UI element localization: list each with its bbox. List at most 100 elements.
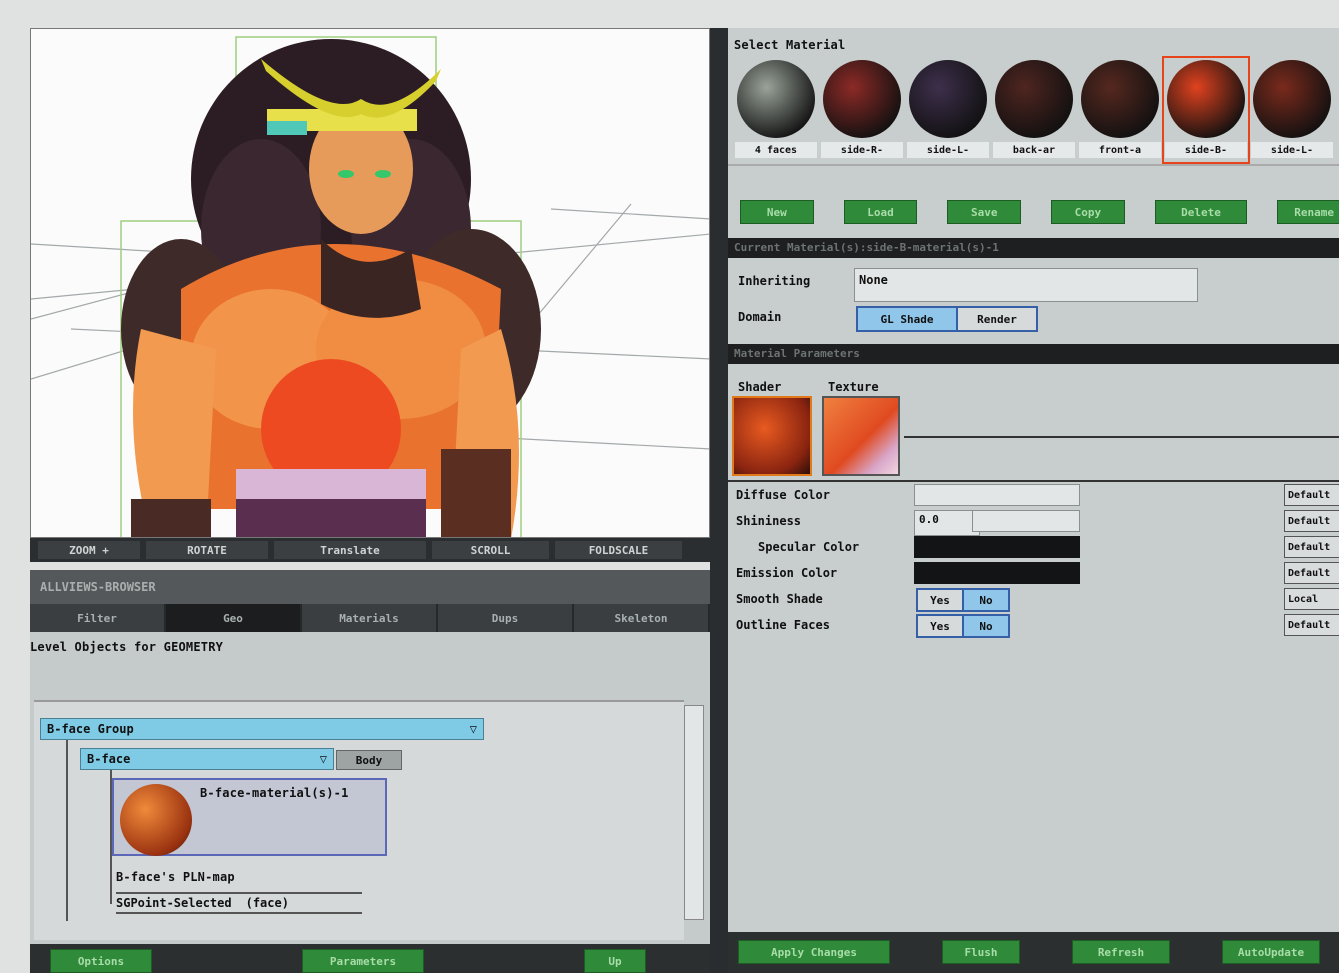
param-label: Diffuse Color <box>736 488 830 502</box>
material-node-label: B-face-material(s)-1 <box>200 786 349 800</box>
character-model-render <box>31 36 709 537</box>
material-editor: Select Material 4 faces side-R-side-L-bac… <box>728 28 1339 973</box>
apply-changes-button[interactable]: Apply Changes <box>738 940 890 964</box>
material-thumbnail[interactable]: side-R- <box>820 58 904 162</box>
material-swatch <box>995 60 1073 138</box>
body-tag[interactable]: Body <box>336 750 402 770</box>
panel-divider[interactable] <box>710 28 728 973</box>
swatch-divider <box>904 436 1339 438</box>
inheriting-label: Inheriting <box>738 274 811 288</box>
tree-node-selection[interactable]: SGPoint-Selected (face) <box>116 892 362 914</box>
tab-materials[interactable]: Materials <box>302 604 438 632</box>
yes-toggle[interactable]: Yes <box>916 614 964 638</box>
material-caption: side-B- <box>1165 142 1247 158</box>
thumb-scrollbar[interactable] <box>728 164 1339 190</box>
parameters-button[interactable]: Parameters <box>302 949 424 973</box>
new-material-button[interactable]: New <box>740 200 814 224</box>
material-caption: front-a <box>1079 142 1161 158</box>
material-thumbnail[interactable]: 4 faces <box>734 58 818 162</box>
material-button-row: New Load Save Copy Delete Rename <box>740 200 1339 226</box>
material-thumbnail[interactable]: side-L- <box>906 58 990 162</box>
selection-label: SGPoint-Selected <box>116 896 232 910</box>
material-thumbnail[interactable]: front-a <box>1078 58 1162 162</box>
material-swatch <box>909 60 987 138</box>
material-swatch <box>823 60 901 138</box>
shader-label: Shader <box>738 380 782 394</box>
select-material-label: Select Material <box>734 38 846 52</box>
param-label: Specular Color <box>758 540 860 554</box>
material-thumbnail[interactable]: back-ar <box>992 58 1076 162</box>
material-caption: side-R- <box>821 142 903 158</box>
rename-material-button[interactable]: Rename <box>1277 200 1339 224</box>
render-toggle[interactable]: Render <box>956 306 1038 332</box>
no-toggle[interactable]: No <box>962 588 1010 612</box>
zoom-button[interactable]: ZOOM + <box>38 541 140 559</box>
delete-material-button[interactable]: Delete <box>1154 200 1248 224</box>
options-button[interactable]: Options <box>50 949 152 973</box>
foldscale-button[interactable]: FOLDSCALE <box>555 541 682 559</box>
copy-material-button[interactable]: Copy <box>1051 200 1125 224</box>
translate-button[interactable]: Translate <box>274 541 426 559</box>
viewport-toolbar: ZOOM + ROTATE Translate SCROLL FOLDSCALE <box>30 538 710 562</box>
material-thumbnail[interactable]: side-B- <box>1162 56 1250 164</box>
bottom-button-bar: Apply Changes Flush Refresh AutoUpdate <box>728 932 1339 973</box>
tree-node-map[interactable]: B-face's PLN-map <box>116 870 235 884</box>
scene-tree: B-face Group ▽ B-face ▽ Body B-face-mate… <box>34 700 684 940</box>
no-toggle[interactable]: No <box>962 614 1010 638</box>
material-swatch <box>737 60 815 138</box>
material-thumbnail[interactable]: side-L- <box>1250 58 1334 162</box>
load-material-button[interactable]: Load <box>843 200 918 224</box>
flush-button[interactable]: Flush <box>942 940 1020 964</box>
shininess-slider[interactable] <box>972 510 1080 532</box>
default-button[interactable]: Default <box>1284 536 1339 558</box>
material-swatch <box>1081 60 1159 138</box>
tree-node-bface-label: B-face <box>87 752 131 766</box>
domain-label: Domain <box>738 310 782 324</box>
default-button[interactable]: Default <box>1284 562 1339 584</box>
inheriting-field[interactable]: None <box>854 268 1198 302</box>
diffuse-color-field[interactable] <box>914 484 1080 506</box>
scroll-button[interactable]: SCROLL <box>432 541 549 559</box>
autoupdate-button[interactable]: AutoUpdate <box>1222 940 1320 964</box>
tree-line <box>66 736 68 921</box>
params-divider <box>728 480 1339 482</box>
param-label: Outline Faces <box>736 618 830 632</box>
material-caption: side-L- <box>1251 142 1333 158</box>
tab-dups[interactable]: Dups <box>438 604 574 632</box>
chevron-down-icon[interactable]: ▽ <box>320 752 327 766</box>
default-button[interactable]: Local <box>1284 588 1339 610</box>
param-label: Smooth Shade <box>736 592 823 606</box>
param-label: Shininess <box>736 514 802 528</box>
yes-toggle[interactable]: Yes <box>916 588 964 612</box>
tree-node-group[interactable]: B-face Group ▽ <box>40 718 484 740</box>
up-button[interactable]: Up <box>584 949 646 973</box>
texture-swatch[interactable] <box>822 396 900 476</box>
current-material-header: Current Material(s):side-B-material(s)-1 <box>728 238 1339 258</box>
default-button[interactable]: Default <box>1284 614 1339 636</box>
save-material-button[interactable]: Save <box>947 200 1022 224</box>
material-swatch <box>1167 60 1245 138</box>
browser-status-text: Level Objects for GEOMETRY <box>30 640 224 654</box>
tab-filter[interactable]: Filter <box>30 604 166 632</box>
shader-swatch[interactable] <box>732 396 812 476</box>
gl-shade-toggle[interactable]: GL Shade <box>856 306 958 332</box>
tree-node-bface[interactable]: B-face ▽ <box>80 748 334 770</box>
material-node[interactable]: B-face-material(s)-1 <box>112 778 387 856</box>
refresh-button[interactable]: Refresh <box>1072 940 1170 964</box>
chevron-down-icon[interactable]: ▽ <box>470 722 477 736</box>
shininess-value-field[interactable]: 0.0 <box>914 510 980 536</box>
tab-skeleton[interactable]: Skeleton <box>574 604 710 632</box>
browser-tabs: Filter Geo Materials Dups Skeleton <box>30 604 710 632</box>
browser-title-bar: ALLVIEWS-BROWSER <box>30 570 710 604</box>
specular-color-field[interactable] <box>914 536 1080 558</box>
3d-viewport[interactable] <box>30 28 710 538</box>
emission-color-field[interactable] <box>914 562 1080 584</box>
tree-scrollbar[interactable] <box>684 705 704 920</box>
default-button[interactable]: Default <box>1284 484 1339 506</box>
material-caption: 4 faces <box>735 142 817 158</box>
default-button[interactable]: Default <box>1284 510 1339 532</box>
tab-geo[interactable]: Geo <box>166 604 302 632</box>
rotate-button[interactable]: ROTATE <box>146 541 268 559</box>
tree-node-group-label: B-face Group <box>47 722 134 736</box>
browser-button-bar: Options Parameters Up <box>30 944 710 973</box>
